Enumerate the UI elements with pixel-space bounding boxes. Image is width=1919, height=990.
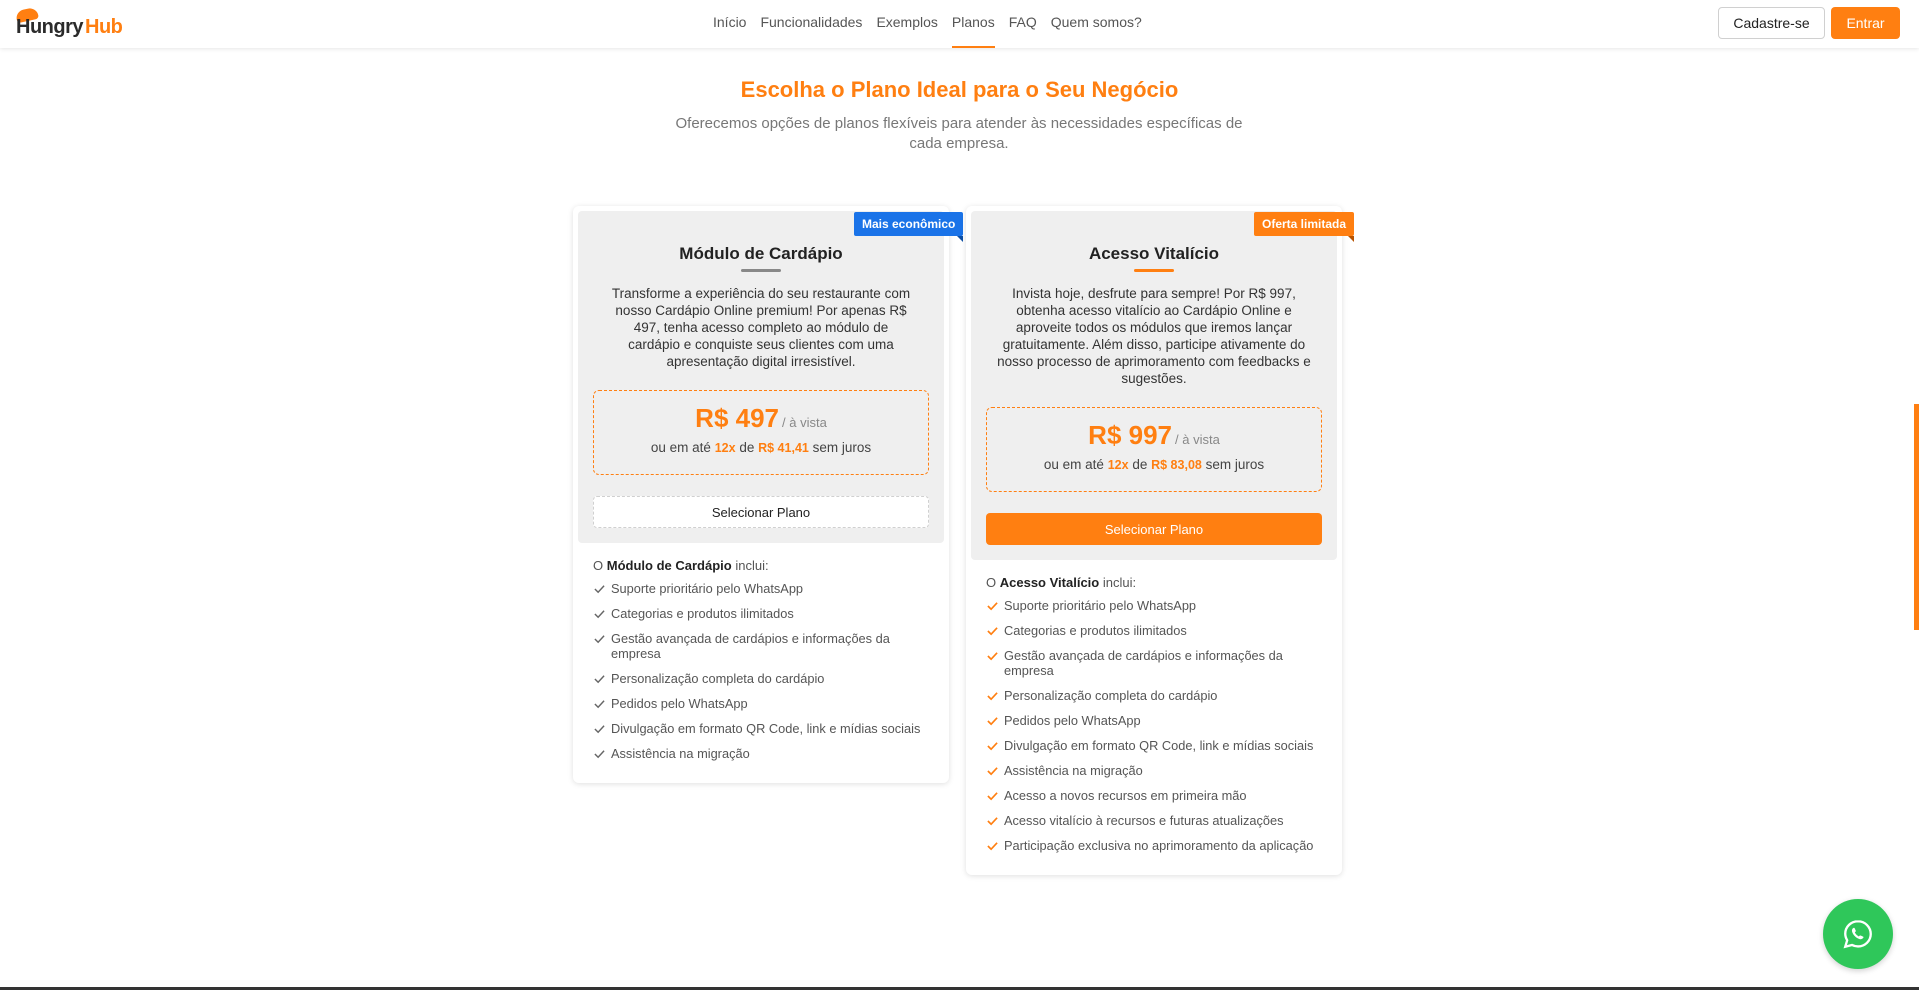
installment-value: R$ 41,41 — [758, 441, 809, 455]
feature-item: Gestão avançada de cardápios e informaçõ… — [593, 631, 933, 661]
check-icon — [987, 766, 998, 775]
check-icon — [594, 635, 605, 644]
check-icon — [987, 691, 998, 700]
price-suffix: / à vista — [782, 415, 827, 430]
check-icon — [987, 816, 998, 825]
section-subtitle: Oferecemos opções de planos flexíveis pa… — [675, 115, 1243, 152]
nav-faq[interactable]: FAQ — [1002, 0, 1044, 48]
plan-badge: Mais econômico — [854, 212, 964, 242]
logo-text-hub: Hub — [85, 15, 123, 38]
section-title: Escolha o Plano Ideal para o Seu Negócio — [740, 77, 1179, 102]
login-button[interactable]: Entrar — [1831, 7, 1900, 39]
feature-item: Suporte prioritário pelo WhatsApp — [986, 598, 1326, 614]
plan-name: Módulo de Cardápio — [679, 244, 843, 263]
feature-item: Divulgação em formato QR Code, link e mí… — [593, 721, 933, 737]
check-icon — [987, 741, 998, 750]
price-main: R$ 497/ à vista — [594, 403, 928, 434]
feature-item: Assistência na migração — [593, 746, 933, 762]
plan-card-cardapio: Mais econômico Módulo de Cardápio Transf… — [573, 206, 964, 783]
installment-count: 12x — [714, 441, 736, 455]
feature-item: Acesso vitalício à recursos e futuras at… — [986, 813, 1326, 829]
check-icon — [987, 791, 998, 800]
installment-value: R$ 83,08 — [1151, 458, 1202, 472]
price-main: R$ 997/ à vista — [987, 420, 1321, 451]
check-icon — [594, 699, 605, 708]
feature-list: Suporte prioritário pelo WhatsApp Catego… — [986, 598, 1326, 864]
logo[interactable]: Hungry Hub — [14, 6, 123, 40]
price-box: R$ 497/ à vista ou em até 12x de R$ 41,4… — [593, 390, 929, 475]
main-nav: Início Funcionalidades Exemplos Planos F… — [706, 0, 1149, 48]
feature-item: Categorias e produtos ilimitados — [593, 606, 933, 622]
logo-text-hungry: Hungry — [16, 15, 84, 38]
check-icon — [594, 674, 605, 683]
whatsapp-icon — [1843, 920, 1872, 949]
check-icon — [594, 585, 605, 594]
scrollbar-thumb[interactable] — [1914, 404, 1919, 630]
plan-name: Acesso Vitalício — [1088, 244, 1220, 263]
signup-button[interactable]: Cadastre-se — [1718, 7, 1825, 39]
feature-item: Pedidos pelo WhatsApp — [593, 696, 933, 712]
feature-item: Divulgação em formato QR Code, link e mí… — [986, 738, 1326, 754]
feature-item: Pedidos pelo WhatsApp — [986, 713, 1326, 729]
plan-name-underline — [741, 269, 781, 272]
nav-planos[interactable]: Planos — [945, 0, 1002, 48]
nav-funcionalidades[interactable]: Funcionalidades — [753, 0, 869, 48]
price-box: R$ 997/ à vista ou em até 12x de R$ 83,0… — [986, 407, 1322, 492]
check-icon — [594, 610, 605, 619]
top-navbar: Hungry Hub Início Funcionalidades Exempl… — [0, 0, 1919, 48]
plan-description: Transforme a experiência do seu restaura… — [611, 286, 911, 369]
feature-item: Personalização completa do cardápio — [593, 671, 933, 687]
select-plan-button[interactable]: Selecionar Plano — [986, 513, 1322, 545]
price-value: R$ 997 — [1088, 420, 1173, 450]
price-value: R$ 497 — [695, 403, 780, 433]
plan-badge: Oferta limitada — [1254, 212, 1355, 242]
check-icon — [987, 602, 998, 611]
feature-item: Gestão avançada de cardápios e informaçõ… — [986, 648, 1326, 678]
nav-quem-somos[interactable]: Quem somos? — [1044, 0, 1149, 48]
feature-list: Suporte prioritário pelo WhatsApp Catego… — [593, 581, 933, 772]
installment-text: ou em até 12x de R$ 41,41 sem juros — [650, 440, 872, 455]
feature-item: Assistência na migração — [986, 763, 1326, 779]
plan-name-underline — [1134, 269, 1174, 272]
feature-item: Acesso a novos recursos em primeira mão — [986, 788, 1326, 804]
check-icon — [987, 841, 998, 850]
check-icon — [987, 627, 998, 636]
feature-item: Participação exclusiva no aprimoramento … — [986, 838, 1326, 854]
select-plan-button[interactable]: Selecionar Plano — [593, 496, 929, 528]
installment-text: ou em até 12x de R$ 83,08 sem juros — [1043, 457, 1265, 472]
feature-item: Personalização completa do cardápio — [986, 688, 1326, 704]
plan-description: Invista hoje, desfrute para sempre! Por … — [997, 286, 1311, 386]
nav-exemplos[interactable]: Exemplos — [869, 0, 944, 48]
check-icon — [987, 716, 998, 725]
price-suffix: / à vista — [1175, 432, 1220, 447]
check-icon — [594, 749, 605, 758]
feature-item: Categorias e produtos ilimitados — [986, 623, 1326, 639]
feature-item: Suporte prioritário pelo WhatsApp — [593, 581, 933, 597]
nav-inicio[interactable]: Início — [706, 0, 753, 48]
plan-card-vitalicio: Oferta limitada Acesso Vitalício Invista… — [966, 206, 1355, 875]
includes-label: O Módulo de Cardápio inclui: — [593, 558, 769, 573]
check-icon — [594, 724, 605, 733]
installment-count: 12x — [1107, 458, 1129, 472]
check-icon — [987, 652, 998, 661]
whatsapp-button[interactable] — [1823, 899, 1893, 969]
includes-label: O Acesso Vitalício inclui: — [986, 575, 1137, 590]
